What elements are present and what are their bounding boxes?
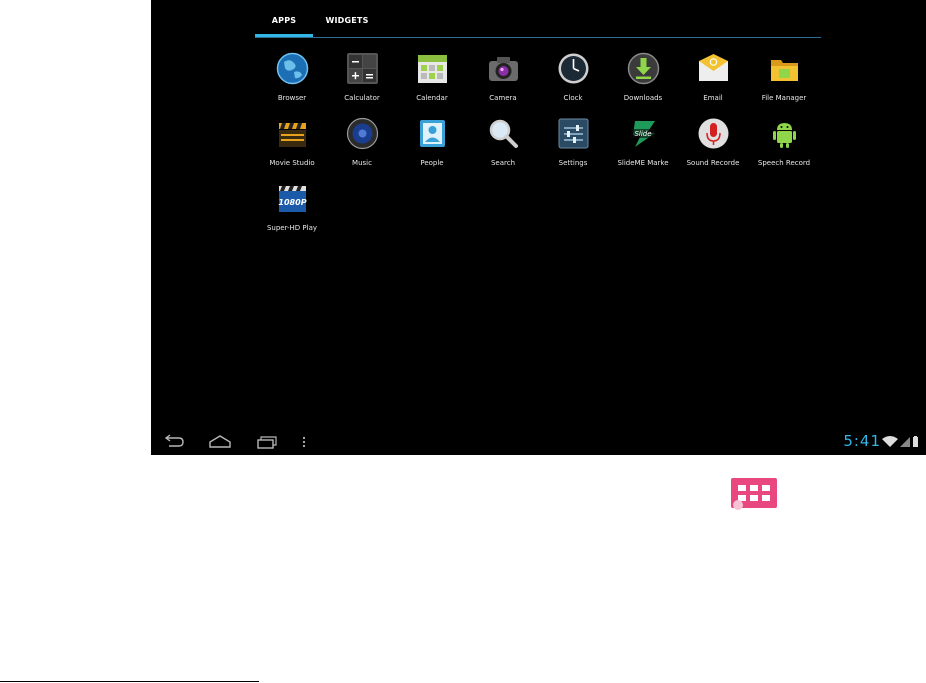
settings-sliders-icon — [558, 118, 589, 149]
svg-text:Slide: Slide — [634, 130, 651, 138]
battery-icon — [913, 437, 918, 447]
app-downloads[interactable]: Downloads — [607, 50, 679, 112]
app-label: Sound Recorde — [686, 159, 740, 167]
app-calendar[interactable]: Calendar — [396, 50, 468, 112]
navigation-bar — [151, 428, 926, 455]
app-label: SlideME Marke — [617, 159, 669, 167]
tab-widgets[interactable]: WIDGETS — [313, 12, 381, 38]
folder-icon — [771, 60, 798, 81]
all-apps-button[interactable] — [731, 478, 777, 510]
speaker-icon — [346, 117, 379, 150]
tab-divider — [255, 37, 821, 38]
app-browser[interactable]: Browser — [256, 50, 328, 112]
status-clock[interactable]: 5:41 — [843, 432, 881, 450]
app-sound-recorder[interactable]: Sound Recorde — [677, 115, 749, 177]
app-clock[interactable]: Clock — [537, 50, 609, 112]
overflow-menu-icon[interactable] — [298, 432, 310, 452]
signal-icon — [900, 437, 910, 447]
app-label: Browser — [277, 94, 307, 102]
slideme-icon: Slide — [631, 121, 655, 147]
app-calculator[interactable]: Calculator — [326, 50, 398, 112]
android-screen: APPS WIDGETS Browser Calculator Calendar… — [151, 0, 926, 455]
calculator-icon — [347, 53, 378, 84]
downloads-icon — [627, 52, 660, 85]
app-label: Music — [352, 159, 372, 167]
app-label: File Manager — [761, 94, 807, 102]
status-icons[interactable] — [880, 434, 920, 450]
app-grid: Browser Calculator Calendar Camera Clock… — [256, 50, 826, 250]
app-label: Super-HD Play — [266, 224, 318, 232]
wifi-icon — [882, 436, 898, 447]
contacts-icon — [420, 120, 445, 147]
app-search[interactable]: Search — [467, 115, 539, 177]
app-label: People — [420, 159, 444, 167]
app-movie-studio[interactable]: Movie Studio — [256, 115, 328, 177]
calendar-icon — [418, 55, 447, 83]
app-label: Downloads — [623, 94, 663, 102]
tab-bar: APPS WIDGETS — [255, 0, 821, 38]
app-label: Calculator — [344, 94, 380, 102]
microphone-icon — [698, 118, 729, 149]
app-label: Movie Studio — [269, 159, 315, 167]
app-people[interactable]: People — [396, 115, 468, 177]
android-robot-icon — [773, 123, 796, 148]
app-label: Calendar — [416, 94, 448, 102]
clapperboard-icon — [279, 123, 306, 147]
app-label: Search — [490, 159, 516, 167]
recent-apps-icon[interactable] — [253, 432, 279, 452]
app-super-hd-player[interactable]: 1080P Super-HD Play — [256, 180, 328, 242]
app-label: Speech Record — [757, 159, 811, 167]
app-label: Email — [703, 94, 723, 102]
home-icon[interactable] — [207, 432, 233, 452]
app-camera[interactable]: Camera — [467, 50, 539, 112]
app-music[interactable]: Music — [326, 115, 398, 177]
camera-icon — [489, 57, 518, 81]
magnifier-icon — [489, 119, 518, 148]
app-email[interactable]: Email — [677, 50, 749, 112]
app-label: Clock — [563, 94, 583, 102]
app-label: Camera — [489, 94, 517, 102]
svg-text:1080P: 1080P — [278, 198, 306, 207]
back-icon[interactable] — [161, 432, 187, 452]
email-icon — [699, 54, 728, 81]
app-file-manager[interactable]: File Manager — [748, 50, 820, 112]
app-slideme-market[interactable]: Slide SlideME Marke — [607, 115, 679, 177]
app-settings[interactable]: Settings — [537, 115, 609, 177]
app-label: Settings — [558, 159, 588, 167]
browser-icon — [276, 52, 309, 85]
super-hd-player-icon: 1080P — [278, 186, 307, 212]
footnote-divider — [0, 681, 259, 682]
clock-icon — [558, 53, 589, 84]
app-speech-recorder[interactable]: Speech Record — [748, 115, 820, 177]
